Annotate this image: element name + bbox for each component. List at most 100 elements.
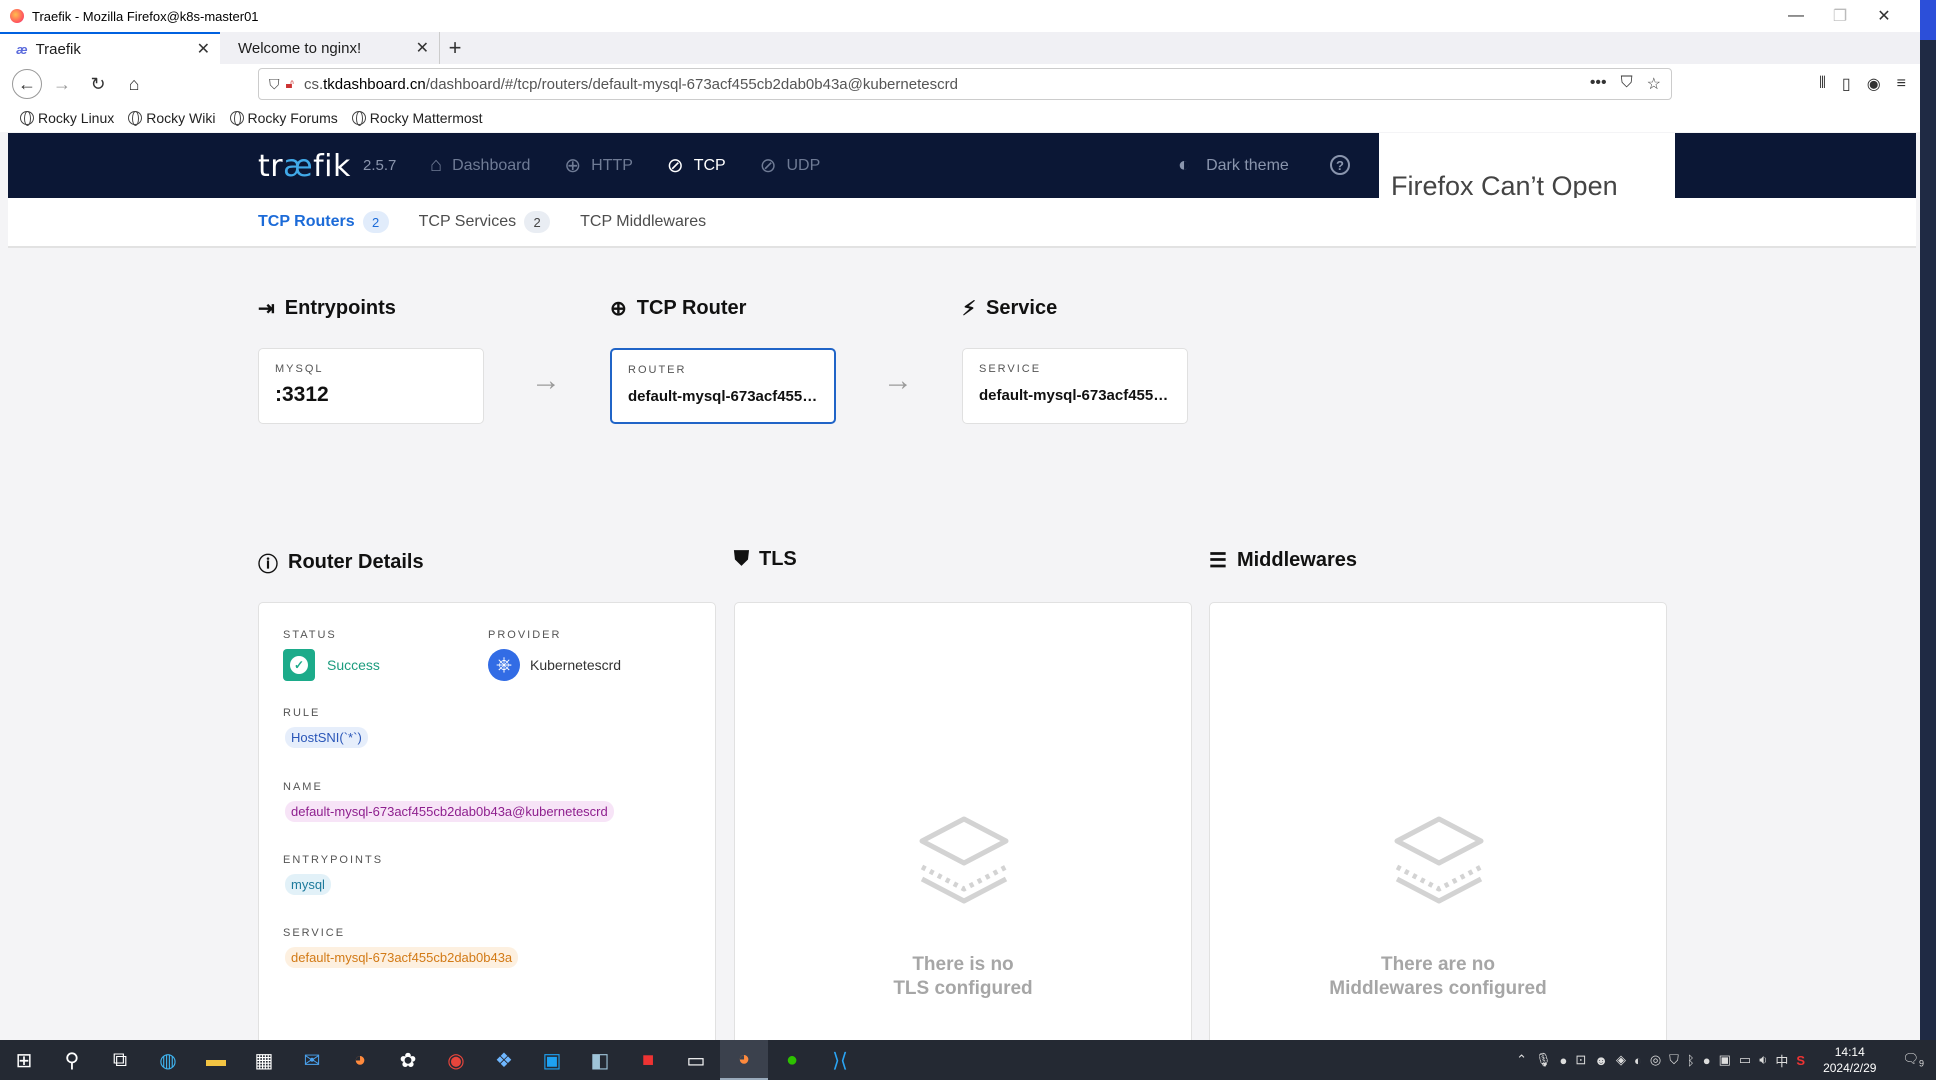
security-icon[interactable]: ⛉ <box>1669 1052 1679 1068</box>
file-explorer-icon[interactable]: ▬ <box>192 1040 240 1080</box>
main-content: ⇥ Entrypoints ⊕ TCP Router ⚡︎ Service MY… <box>8 250 1916 1040</box>
help-icon[interactable]: ? <box>1330 155 1350 175</box>
router-card[interactable]: ROUTER default-mysql-673acf455cb2dab0b43… <box>610 348 836 424</box>
nav-udp[interactable]: ⊘ UDP <box>760 153 821 178</box>
check-icon: ✓ <box>283 649 315 681</box>
insecure-lock-icon[interactable]: 🔓︎ <box>286 76 294 92</box>
system-tray: ⌃ 🎙︎ ● ⊡ ☻ ◈ ◐ ◎ ⛉ ᛒ ● ▣ ▭ 🔉︎ 中 S 14:14 … <box>1516 1040 1936 1080</box>
new-tab-button[interactable]: + <box>440 32 470 64</box>
service-card[interactable]: SERVICE default-mysql-673acf455cb2dab0b4… <box>962 348 1188 424</box>
task-view-icon[interactable]: ⧉ <box>96 1040 144 1080</box>
firefox-running-icon[interactable]: ◕ <box>720 1040 768 1080</box>
menu-icon[interactable]: ≡ <box>1897 75 1906 93</box>
volume-icon[interactable]: 🔉︎ <box>1759 1052 1767 1068</box>
entrypoint-card[interactable]: MYSQL :3312 <box>258 348 484 424</box>
tls-empty-message: There is no TLS configured <box>893 954 1033 999</box>
empty-layers-icon <box>919 816 1009 904</box>
chrome-icon[interactable]: ◉ <box>432 1040 480 1080</box>
subtab-tcp-middlewares[interactable]: TCP Middlewares <box>580 213 706 231</box>
notification-icon[interactable]: 🗨︎9 <box>1902 1051 1924 1069</box>
page-actions-icon[interactable]: ••• <box>1590 74 1607 94</box>
tray-app-icon[interactable]: ◐ <box>1634 1053 1642 1068</box>
nav-http[interactable]: ⊕ HTTP <box>564 153 633 178</box>
dark-theme-toggle[interactable]: ◐ Dark theme <box>1178 133 1289 198</box>
store-icon[interactable]: ▦ <box>240 1040 288 1080</box>
vscode-icon[interactable]: ⟩⟨ <box>816 1040 864 1080</box>
sogou-icon[interactable]: S <box>1796 1053 1805 1068</box>
firefox-icon[interactable]: ◕ <box>336 1040 384 1080</box>
bookmark-rocky-linux[interactable]: Rocky Linux <box>20 110 114 126</box>
tls-heading: ⛊ TLS <box>734 548 797 570</box>
bookmark-rocky-forums[interactable]: Rocky Forums <box>229 110 338 126</box>
tracking-shield-icon[interactable]: ⛉ <box>269 76 280 93</box>
home-button[interactable]: ⌂ <box>118 68 150 100</box>
windows-start-icon[interactable]: ⊞ <box>0 1040 48 1080</box>
wechat-icon[interactable]: ● <box>768 1040 816 1080</box>
globe-icon: ⊕ <box>564 155 582 177</box>
pocket-icon[interactable]: ⛉ <box>1621 74 1633 94</box>
network-icon[interactable]: ⊡ <box>1575 1052 1586 1068</box>
ime-indicator[interactable]: 中 <box>1775 1051 1788 1070</box>
nav-dashboard[interactable]: ⌂ Dashboard <box>430 154 530 177</box>
back-button[interactable]: ← <box>12 69 42 99</box>
reload-button[interactable]: ↻ <box>82 68 114 100</box>
url-bar[interactable]: ⛉ 🔓︎ cs. tkdashboard.cn /dashboard/#/tcp… <box>258 68 1672 100</box>
rule-label: RULE <box>283 707 321 719</box>
traefik-favicon-icon: æ <box>16 41 28 57</box>
app-icon[interactable]: ■ <box>624 1040 672 1080</box>
clock[interactable]: 14:14 2024/2/29 <box>1823 1044 1876 1076</box>
status-badge: ✓ Success <box>283 649 380 681</box>
firefox-cant-open-popup: Firefox Can’t Open <box>1379 133 1675 198</box>
tray-chevron-icon[interactable]: ⌃ <box>1516 1052 1527 1068</box>
firefox-logo-icon <box>10 9 24 23</box>
arrow-right-icon: → <box>883 364 913 397</box>
bookmark-rocky-wiki[interactable]: Rocky Wiki <box>128 110 216 126</box>
library-icon[interactable]: ⫴ <box>1819 75 1826 93</box>
chatgpt-icon[interactable]: ✿ <box>384 1040 432 1080</box>
microphone-icon[interactable]: 🎙︎ <box>1535 1052 1552 1068</box>
provider-label: PROVIDER <box>488 629 562 641</box>
mail-icon[interactable]: ✉ <box>288 1040 336 1080</box>
close-tab-icon[interactable]: ✕ <box>197 39 210 59</box>
tray-app-icon[interactable]: ◈ <box>1616 1052 1626 1068</box>
tray-app-icon[interactable]: ▣ <box>1719 1052 1731 1068</box>
wechat-tray-icon[interactable]: ● <box>1703 1053 1711 1068</box>
globe-icon: ⊕ <box>610 298 627 320</box>
nav-tcp[interactable]: ⊘ TCP <box>667 153 726 178</box>
tcp-router-heading: ⊕ TCP Router <box>610 297 747 320</box>
account-icon[interactable]: ◉ <box>1867 74 1881 94</box>
close-tab-icon[interactable]: ✕ <box>416 38 429 58</box>
bookmark-star-icon[interactable]: ☆ <box>1647 74 1661 94</box>
restore-button[interactable]: ❐ <box>1818 0 1862 32</box>
bookmarks-toolbar: Rocky Linux Rocky Wiki Rocky Forums Rock… <box>0 104 1920 132</box>
tray-app-icon[interactable]: ◎ <box>1650 1052 1661 1068</box>
wechat-tray-icon[interactable]: ● <box>1560 1053 1568 1068</box>
globe-icon <box>229 111 244 126</box>
subtab-tcp-routers[interactable]: TCP Routers 2 <box>258 211 389 233</box>
app-icon[interactable]: ◧ <box>576 1040 624 1080</box>
sidebar-icon[interactable]: ▯ <box>1842 74 1851 94</box>
tab-label: Traefik <box>35 40 81 58</box>
qq-icon[interactable]: ☻ <box>1594 1053 1608 1068</box>
app-icon[interactable]: ❖ <box>480 1040 528 1080</box>
edge-icon[interactable]: ◍ <box>144 1040 192 1080</box>
traefik-logo[interactable]: træfik <box>258 149 351 184</box>
middlewares-panel: There are no Middlewares configured <box>1209 602 1667 1040</box>
app-icon[interactable]: ▣ <box>528 1040 576 1080</box>
service-chip[interactable]: default-mysql-673acf455cb2dab0b43a <box>285 947 519 968</box>
bluetooth-icon[interactable]: ᛒ <box>1687 1053 1695 1068</box>
entrypoint-chip[interactable]: mysql <box>285 874 331 895</box>
forward-button[interactable]: → <box>46 68 78 100</box>
subtab-tcp-services[interactable]: TCP Services 2 <box>419 211 551 233</box>
bookmark-rocky-mattermost[interactable]: Rocky Mattermost <box>351 110 483 126</box>
tab-traefik[interactable]: æ Traefik ✕ <box>0 32 220 64</box>
search-icon[interactable]: ⚲ <box>48 1040 96 1080</box>
terminal-icon[interactable]: ▭ <box>672 1040 720 1080</box>
status-label: STATUS <box>283 629 337 641</box>
display-icon[interactable]: ▭ <box>1739 1052 1751 1068</box>
minimize-button[interactable]: — <box>1774 0 1818 32</box>
tab-nginx[interactable]: Welcome to nginx! ✕ <box>220 32 440 64</box>
toolbar-right: ⫴ ▯ ◉ ≡ <box>1819 68 1906 100</box>
close-window-button[interactable]: ✕ <box>1862 0 1906 32</box>
router-details-heading: ⓘ Router Details <box>258 548 424 577</box>
